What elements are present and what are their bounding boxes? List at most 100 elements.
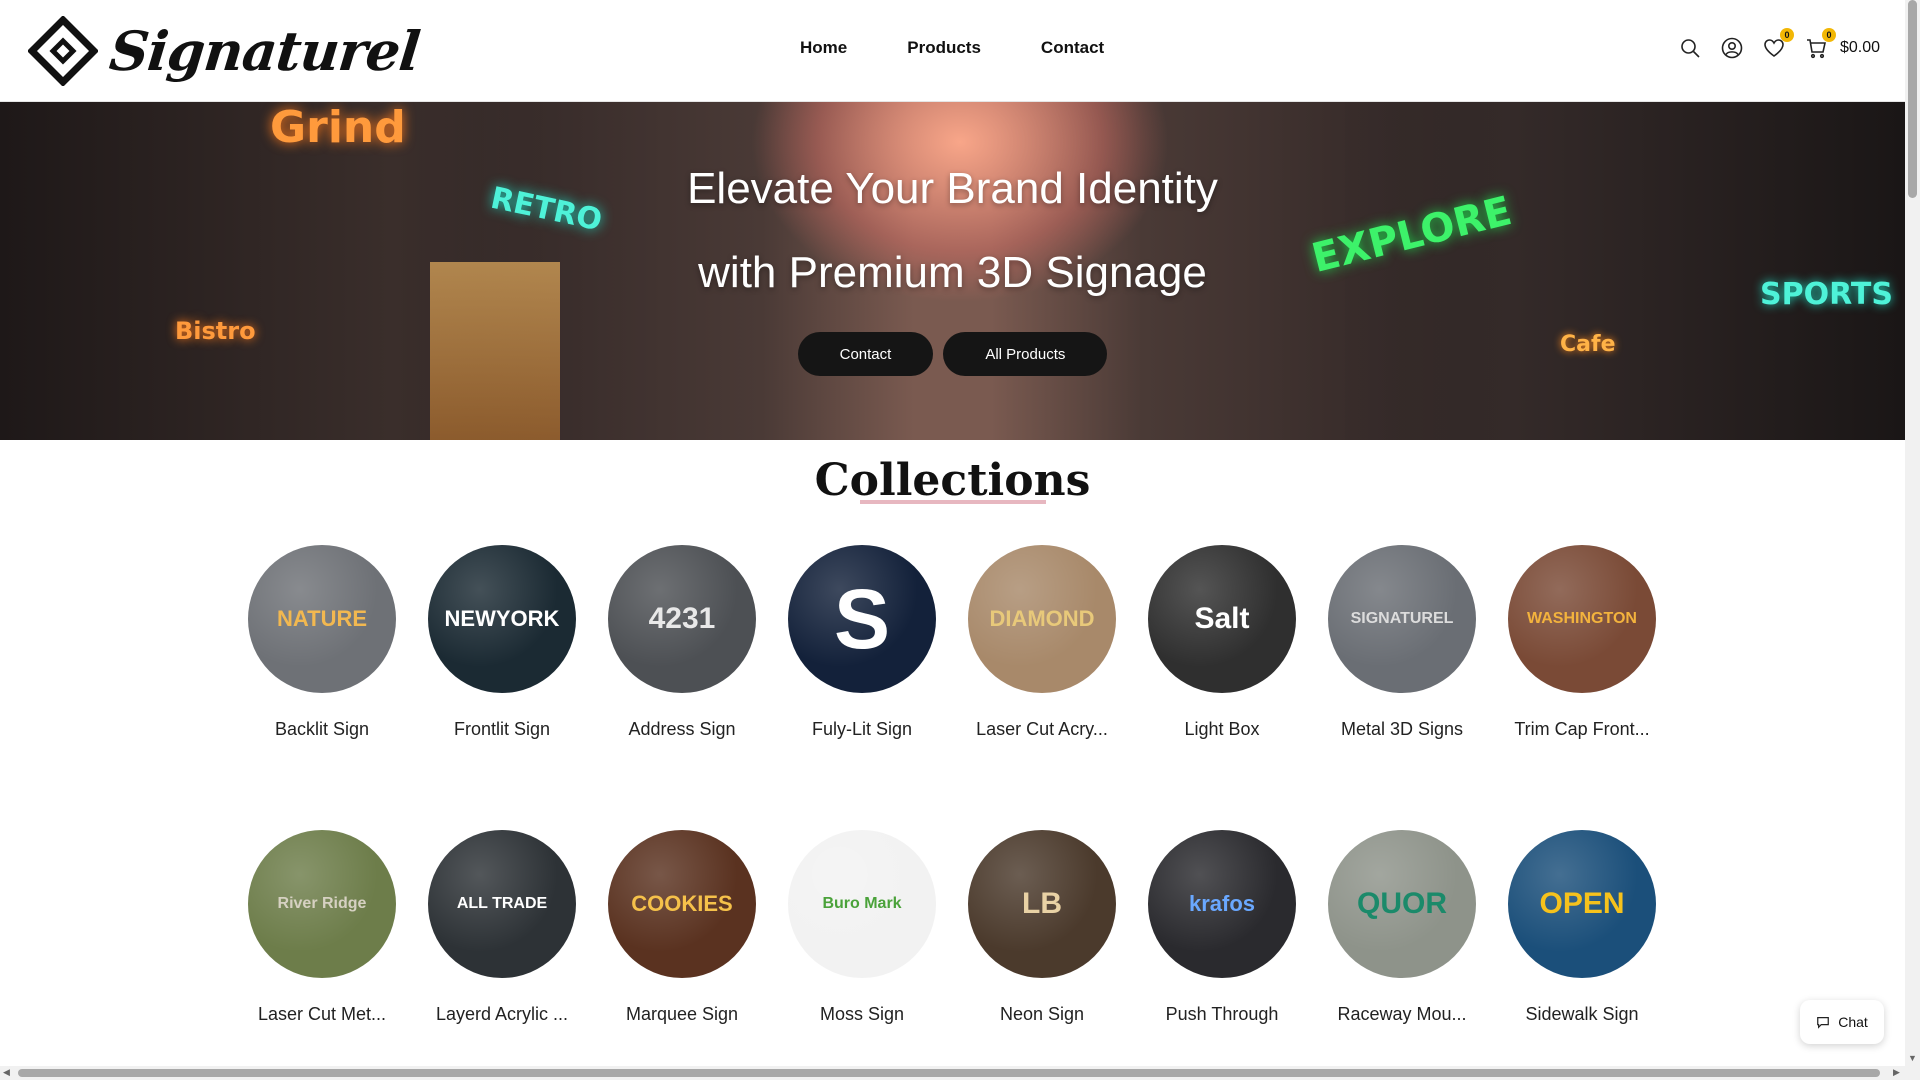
collection-card[interactable]: Buro Mark Moss Sign bbox=[788, 830, 936, 1025]
scroll-down-arrow-icon[interactable]: ▼ bbox=[1908, 1053, 1917, 1063]
hero-banner: Grind RETRO Bistro EXPLORE SPORTS Cafe E… bbox=[0, 102, 1905, 440]
search-icon bbox=[1681, 39, 1700, 58]
main-nav: Home Products Contact bbox=[800, 38, 1104, 58]
collection-thumbnail[interactable]: S bbox=[788, 545, 936, 693]
collection-thumbnail-text: COOKIES bbox=[631, 891, 733, 916]
collection-thumbnail[interactable]: Buro Mark bbox=[788, 830, 936, 978]
brand-logo[interactable]: Signaturel bbox=[28, 16, 422, 86]
collection-thumbnail[interactable]: River Ridge bbox=[248, 830, 396, 978]
collection-card[interactable]: S Fuly-Lit Sign bbox=[788, 545, 936, 740]
collection-thumbnail[interactable]: OPEN bbox=[1508, 830, 1656, 978]
collection-label[interactable]: Metal 3D Signs bbox=[1341, 719, 1463, 740]
collection-thumbnail-text: krafos bbox=[1188, 891, 1256, 916]
collection-card[interactable]: QUOR Raceway Mou... bbox=[1328, 830, 1476, 1025]
collection-thumbnail-text: DIAMOND bbox=[989, 606, 1095, 631]
chat-bubble-icon bbox=[1817, 1017, 1830, 1029]
collection-label[interactable]: Neon Sign bbox=[1000, 1004, 1084, 1025]
chat-label: Chat bbox=[1838, 1014, 1868, 1030]
collection-thumbnail-text: WASHINGTON bbox=[1527, 610, 1637, 627]
collection-thumbnail-text: Salt bbox=[1194, 602, 1250, 635]
hero-neon-sign-left: Grind bbox=[270, 102, 406, 153]
nav-home[interactable]: Home bbox=[800, 38, 847, 58]
collection-thumbnail-text: 4231 bbox=[648, 602, 716, 635]
collection-thumbnail[interactable]: WASHINGTON bbox=[1508, 545, 1656, 693]
collection-thumbnail-text: LB bbox=[1022, 887, 1062, 920]
scroll-left-arrow-icon[interactable]: ◀ bbox=[3, 1067, 10, 1078]
collections-grid: NATURE Backlit Sign NEWYORK Frontlit Sign 42… bbox=[248, 545, 1658, 1025]
collection-label[interactable]: Layerd Acrylic ... bbox=[436, 1004, 568, 1025]
vertical-scrollbar-thumb[interactable] bbox=[1908, 0, 1917, 198]
scroll-right-arrow-icon[interactable]: ▶ bbox=[1893, 1067, 1900, 1078]
collection-thumbnail[interactable]: DIAMOND bbox=[968, 545, 1116, 693]
collection-label[interactable]: Fuly-Lit Sign bbox=[812, 719, 912, 740]
cart-count-badge: 0 bbox=[1821, 28, 1836, 42]
wishlist-button[interactable]: 0 bbox=[1762, 28, 1794, 60]
collection-label[interactable]: Address Sign bbox=[628, 719, 735, 740]
collection-thumbnail[interactable]: 4231 bbox=[608, 545, 756, 693]
collection-label[interactable]: Backlit Sign bbox=[275, 719, 369, 740]
cart-button[interactable]: 0 bbox=[1804, 28, 1836, 60]
collection-thumbnail[interactable]: SIGNATUREL bbox=[1328, 545, 1476, 693]
chat-button[interactable]: Chat bbox=[1800, 1000, 1884, 1044]
horizontal-scrollbar[interactable]: ◀ ▶ bbox=[0, 1066, 1905, 1080]
collection-card[interactable]: ALL TRADE Layerd Acrylic ... bbox=[428, 830, 576, 1025]
site-header: Signaturel Home Products Contact 0 0 $0.… bbox=[0, 0, 1905, 102]
collection-card[interactable]: WASHINGTON Trim Cap Front... bbox=[1508, 545, 1656, 740]
nav-contact[interactable]: Contact bbox=[1041, 38, 1104, 58]
collection-card[interactable]: 4231 Address Sign bbox=[608, 545, 756, 740]
collection-thumbnail-text: Buro Mark bbox=[822, 895, 902, 912]
collection-label[interactable]: Laser Cut Acry... bbox=[976, 719, 1108, 740]
account-button[interactable] bbox=[1720, 36, 1744, 60]
collection-thumbnail-text: NEWYORK bbox=[444, 606, 560, 631]
collection-card[interactable]: krafos Push Through bbox=[1148, 830, 1296, 1025]
header-actions: 0 0 $0.00 bbox=[1678, 28, 1880, 60]
collection-thumbnail[interactable]: COOKIES bbox=[608, 830, 756, 978]
logo-diamond-icon bbox=[28, 16, 98, 86]
collection-thumbnail-text: NATURE bbox=[276, 606, 368, 631]
collection-thumbnail[interactable]: LB bbox=[968, 830, 1116, 978]
collection-label[interactable]: Light Box bbox=[1184, 719, 1259, 740]
collection-thumbnail-text: River Ridge bbox=[277, 895, 367, 912]
collection-label[interactable]: Frontlit Sign bbox=[454, 719, 550, 740]
horizontal-scrollbar-thumb[interactable] bbox=[18, 1069, 1880, 1077]
collection-thumbnail[interactable]: NEWYORK bbox=[428, 545, 576, 693]
collection-thumbnail[interactable]: NATURE bbox=[248, 545, 396, 693]
collection-card[interactable]: OPEN Sidewalk Sign bbox=[1508, 830, 1656, 1025]
collection-card[interactable]: COOKIES Marquee Sign bbox=[608, 830, 756, 1025]
collection-thumbnail[interactable]: ALL TRADE bbox=[428, 830, 576, 978]
collection-card[interactable]: NATURE Backlit Sign bbox=[248, 545, 396, 740]
collection-card[interactable]: NEWYORK Frontlit Sign bbox=[428, 545, 576, 740]
collection-thumbnail[interactable]: Salt bbox=[1148, 545, 1296, 693]
nav-products[interactable]: Products bbox=[907, 38, 981, 58]
collection-thumbnail-text: SIGNATUREL bbox=[1350, 610, 1454, 627]
collection-thumbnail-text: ALL TRADE bbox=[456, 895, 548, 912]
hero-title-line1: Elevate Your Brand Identity bbox=[687, 164, 1218, 213]
collection-label[interactable]: Marquee Sign bbox=[626, 1004, 738, 1025]
collection-card[interactable]: SIGNATUREL Metal 3D Signs bbox=[1328, 545, 1476, 740]
collection-card[interactable]: River Ridge Laser Cut Met... bbox=[248, 830, 396, 1025]
collection-thumbnail-text: S bbox=[833, 571, 891, 666]
collection-label[interactable]: Push Through bbox=[1166, 1004, 1279, 1025]
hero-title-line2: with Premium 3D Signage bbox=[698, 248, 1207, 297]
cart-total[interactable]: $0.00 bbox=[1840, 39, 1880, 57]
collection-label[interactable]: Moss Sign bbox=[820, 1004, 904, 1025]
collection-thumbnail-text: OPEN bbox=[1539, 887, 1625, 920]
hero-contact-button[interactable]: Contact bbox=[797, 332, 934, 376]
collection-card[interactable]: LB Neon Sign bbox=[968, 830, 1116, 1025]
hero-all-products-button[interactable]: All Products bbox=[943, 332, 1108, 376]
collection-card[interactable]: DIAMOND Laser Cut Acry... bbox=[968, 545, 1116, 740]
brand-name: Signaturel bbox=[106, 19, 423, 83]
collection-label[interactable]: Laser Cut Met... bbox=[258, 1004, 386, 1025]
hero-buttons: Contact All Products bbox=[0, 332, 1905, 376]
search-button[interactable] bbox=[1678, 36, 1702, 60]
collection-thumbnail[interactable]: QUOR bbox=[1328, 830, 1476, 978]
vertical-scrollbar[interactable]: ▼ bbox=[1905, 0, 1920, 1080]
collection-thumbnail[interactable]: krafos bbox=[1148, 830, 1296, 978]
collections-title-underline bbox=[860, 500, 1046, 504]
collection-label[interactable]: Raceway Mou... bbox=[1337, 1004, 1466, 1025]
collection-label[interactable]: Sidewalk Sign bbox=[1525, 1004, 1638, 1025]
wishlist-count-badge: 0 bbox=[1779, 28, 1794, 42]
collection-label[interactable]: Trim Cap Front... bbox=[1514, 719, 1649, 740]
collection-card[interactable]: Salt Light Box bbox=[1148, 545, 1296, 740]
user-icon bbox=[1721, 37, 1743, 59]
